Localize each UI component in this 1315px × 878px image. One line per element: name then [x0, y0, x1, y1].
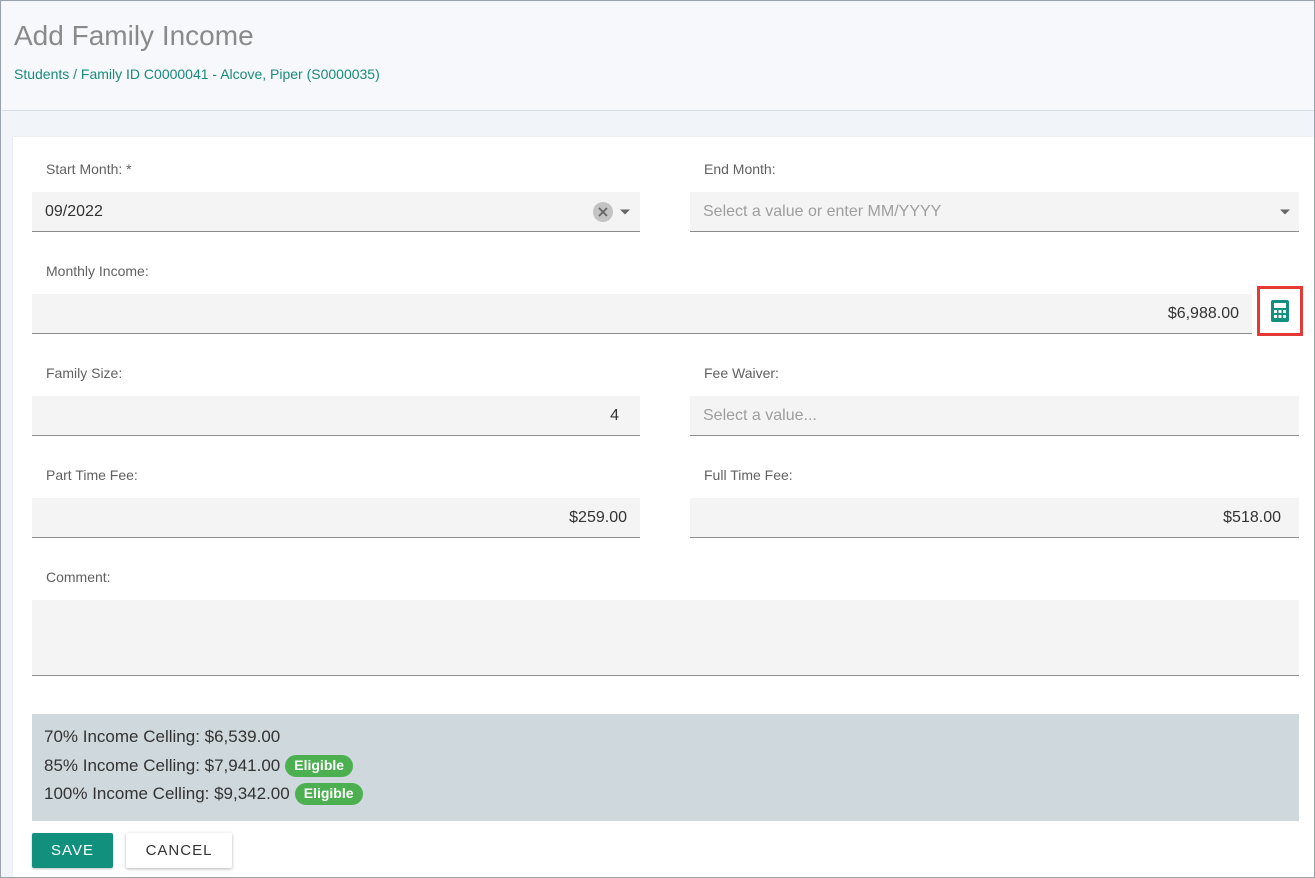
income-ceiling-panel: 70% Income Celling: $6,539.00 85% Income…: [32, 714, 1299, 821]
end-month-placeholder: Select a value or enter MM/YYYY: [703, 202, 942, 220]
app-frame: Add Family Income Students / Family ID C…: [0, 0, 1315, 878]
part-time-fee-label: Part Time Fee:: [46, 467, 138, 483]
income-ceiling-text: 70% Income Celling: $6,539.00: [44, 727, 281, 746]
full-time-fee-value: $518.00: [1223, 508, 1281, 526]
full-time-fee-label: Full Time Fee:: [704, 467, 793, 483]
fee-waiver-label: Fee Waiver:: [704, 365, 779, 381]
eligible-badge: Eligible: [294, 783, 363, 805]
income-ceiling-text: 100% Income Celling: $9,342.00: [44, 784, 290, 803]
fee-waiver-select[interactable]: Select a value...: [690, 396, 1299, 436]
monthly-income-label: Monthly Income:: [46, 263, 149, 279]
family-size-label: Family Size:: [46, 365, 123, 381]
caret-down-icon[interactable]: [1280, 209, 1290, 214]
full-time-fee-input[interactable]: $518.00: [690, 498, 1299, 538]
calculator-button[interactable]: [1257, 286, 1303, 336]
end-month-label: End Month:: [704, 161, 776, 177]
page-title: Add Family Income: [14, 20, 254, 51]
breadcrumb[interactable]: Students / Family ID C0000041 - Alcove, …: [14, 66, 380, 82]
part-time-fee-input[interactable]: $259.00: [32, 498, 640, 538]
page-header: Add Family Income Students / Family ID C…: [2, 2, 1314, 111]
monthly-income-value: $6,988.00: [1167, 304, 1239, 322]
income-ceiling-text: 85% Income Celling: $7,941.00: [44, 756, 281, 775]
monthly-income-input[interactable]: $6,988.00: [32, 294, 1252, 334]
part-time-fee-value: $259.00: [569, 508, 627, 526]
family-size-input[interactable]: 4: [32, 396, 640, 436]
save-button[interactable]: SAVE: [32, 833, 113, 868]
comment-label: Comment:: [46, 569, 111, 585]
start-month-select[interactable]: 09/2022: [32, 192, 640, 232]
fee-waiver-placeholder: Select a value...: [703, 406, 817, 424]
family-size-value: 4: [610, 406, 619, 424]
clear-circle-icon[interactable]: [593, 201, 613, 222]
start-month-value: 09/2022: [45, 202, 103, 220]
start-month-label: Start Month: *: [46, 161, 132, 177]
caret-down-icon[interactable]: [620, 209, 630, 214]
eligible-badge: Eligible: [285, 755, 354, 777]
income-ceiling-row: 70% Income Celling: $6,539.00: [44, 727, 280, 747]
end-month-select[interactable]: Select a value or enter MM/YYYY: [690, 192, 1299, 232]
comment-textarea[interactable]: [32, 600, 1299, 676]
calculator-icon: [1271, 300, 1289, 322]
income-ceiling-row: 100% Income Celling: $9,342.00 Eligible: [44, 783, 363, 805]
cancel-button[interactable]: CANCEL: [126, 833, 232, 868]
income-ceiling-row: 85% Income Celling: $7,941.00 Eligible: [44, 755, 354, 777]
